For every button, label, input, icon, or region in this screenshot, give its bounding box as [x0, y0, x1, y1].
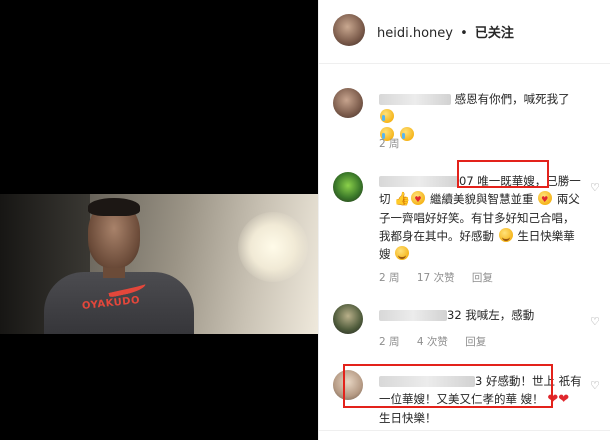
- comment-text-1: 我喊左，感動: [465, 308, 535, 322]
- comment-text-2: 繼續美貌與智慧並重: [430, 192, 534, 206]
- username-suffix[interactable]: 32: [447, 308, 462, 322]
- separator-dot: •: [460, 26, 468, 41]
- kiss-emoji-icon: [395, 246, 410, 260]
- comment-time[interactable]: 2 周: [379, 138, 400, 150]
- comment-time[interactable]: 2 周: [379, 272, 400, 284]
- like-heart-icon[interactable]: ♡: [590, 182, 601, 193]
- comment-text-1: 感恩有你們，喊死我了: [454, 92, 570, 106]
- comment-likes[interactable]: 4 次赞: [417, 336, 448, 348]
- comment-text-4: 生日快樂！: [379, 411, 437, 425]
- comment-item: ♡ 07 唯一既華嫂，已勝一切 👍 繼續美貌與智慧並重 兩父子一齊唱好好笑。有甘…: [333, 172, 603, 285]
- like-heart-icon[interactable]: ♡: [590, 316, 601, 327]
- comment-meta: 2 周 4 次赞 回复: [379, 334, 500, 349]
- heart-eyes-emoji-icon: [538, 191, 553, 209]
- comment-time[interactable]: 2 周: [379, 336, 400, 348]
- blurred-username[interactable]: [379, 176, 459, 187]
- blurred-username[interactable]: [379, 94, 451, 105]
- follow-status-button[interactable]: 已关注: [475, 26, 514, 41]
- reply-button[interactable]: 回复: [465, 336, 486, 348]
- video-player[interactable]: OYAKUDO: [0, 0, 318, 440]
- comment-text: 32 我喊左，感動: [379, 306, 584, 324]
- comments-panel: heidi.honey • 已关注 感恩有你們，喊死我了 2 周 ♡ 07 唯一…: [318, 0, 610, 440]
- highlight-box: [343, 364, 553, 408]
- reply-button[interactable]: 回复: [472, 272, 493, 284]
- comment-item: ♡ 32 我喊左，感動 2 周 4 次赞 回复: [333, 304, 603, 354]
- panel-footer: [319, 430, 610, 440]
- post-header: heidi.honey • 已关注: [319, 0, 610, 64]
- video-frame: OYAKUDO: [0, 194, 318, 334]
- like-heart-icon[interactable]: ♡: [590, 380, 601, 391]
- heart-eyes-emoji-icon: [411, 191, 426, 209]
- commenter-avatar[interactable]: [333, 88, 363, 118]
- author-line: heidi.honey • 已关注: [377, 22, 514, 41]
- author-username[interactable]: heidi.honey: [377, 26, 453, 41]
- smile-emoji-icon: [498, 228, 513, 242]
- highlight-box: [457, 160, 549, 188]
- comment-meta: 2 周: [379, 136, 414, 151]
- thumbs-up-icon: 👍: [394, 192, 411, 207]
- person-hair: [88, 198, 140, 216]
- blurred-username[interactable]: [379, 310, 447, 321]
- comment-likes[interactable]: 17 次赞: [417, 272, 455, 284]
- author-avatar[interactable]: [333, 14, 365, 46]
- commenter-avatar[interactable]: [333, 172, 363, 202]
- crying-emoji-icon: [380, 109, 394, 123]
- comment-item: 感恩有你們，喊死我了 2 周: [333, 88, 603, 151]
- comment-meta: 2 周 17 次赞 回复: [379, 270, 507, 285]
- commenter-avatar[interactable]: [333, 304, 363, 334]
- red-heart-icon: ❤: [558, 392, 570, 407]
- light-glow: [238, 212, 308, 282]
